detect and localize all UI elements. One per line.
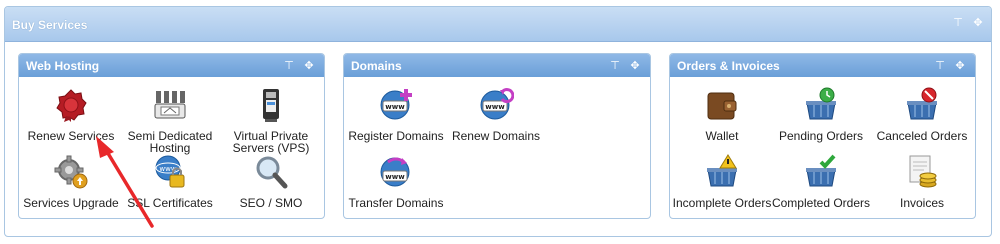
annotation-arrow [96,136,154,228]
